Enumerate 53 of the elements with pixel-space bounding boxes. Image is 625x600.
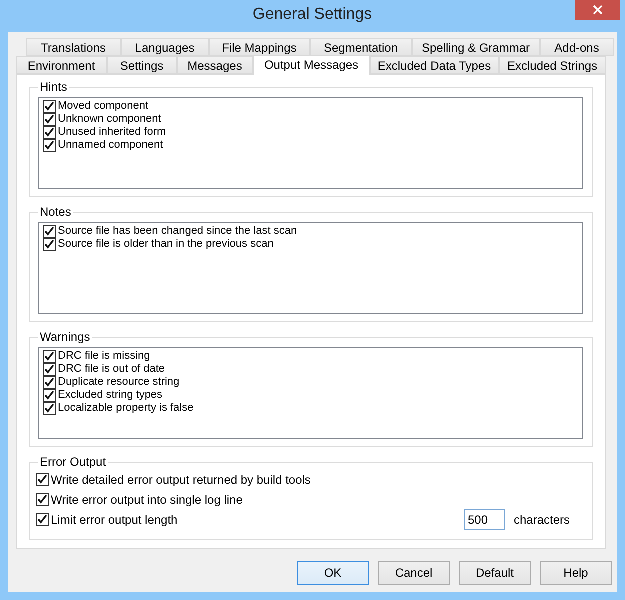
option-label: Write error output into single log line: [51, 492, 243, 508]
option-label: DRC file is missing: [58, 350, 150, 363]
window-title: General Settings: [252, 5, 372, 25]
option-label: Unknown component: [58, 113, 162, 126]
tab[interactable]: Segmentation: [310, 38, 412, 56]
tab[interactable]: Spelling & Grammar: [412, 38, 540, 56]
option-label: Write detailed error output returned by build tools: [51, 472, 311, 488]
option-label: DRC file is out of date: [58, 363, 165, 376]
tab[interactable]: File Mappings: [209, 38, 310, 56]
checkbox[interactable]: [36, 493, 49, 506]
checkbox[interactable]: [43, 402, 56, 415]
tab[interactable]: Messages: [177, 56, 253, 74]
checkbox[interactable]: [43, 238, 56, 251]
option-label: Unnamed component: [58, 139, 164, 152]
option-label: Moved component: [58, 100, 148, 113]
close-button[interactable]: [575, 0, 620, 20]
tab[interactable]: Translations: [26, 38, 121, 56]
checkbox[interactable]: [43, 100, 56, 113]
tab[interactable]: Languages: [121, 38, 209, 56]
tab[interactable]: Excluded Data Types: [370, 56, 499, 74]
checkbox[interactable]: [43, 350, 56, 363]
checkbox[interactable]: [36, 473, 49, 486]
dialog-button[interactable]: Help: [540, 561, 612, 585]
checkbox[interactable]: [43, 126, 56, 139]
checkbox[interactable]: [43, 363, 56, 376]
checkbox[interactable]: [43, 139, 56, 152]
tab[interactable]: Excluded Strings: [499, 56, 606, 74]
close-icon: [592, 5, 602, 15]
checkbox[interactable]: [36, 513, 49, 526]
option-label: Limit error output length: [51, 512, 178, 528]
group-title: Error Output: [38, 455, 108, 469]
tab[interactable]: Environment: [16, 56, 107, 74]
option-label: Source file is older than in the previous scan: [58, 238, 274, 251]
dialog-button[interactable]: Default: [459, 561, 531, 585]
tab[interactable]: Add-ons: [540, 38, 614, 56]
group-title: Hints: [38, 80, 70, 94]
tab[interactable]: Settings: [107, 56, 177, 74]
length-input[interactable]: 500: [464, 509, 505, 530]
dialog-button[interactable]: OK: [297, 561, 369, 585]
group-title: Warnings: [38, 330, 92, 344]
dialog-button[interactable]: Cancel: [378, 561, 450, 585]
tab[interactable]: Output Messages: [253, 55, 370, 75]
option-label: Source file has been changed since the last scan: [58, 225, 298, 238]
option-label: Localizable property is false: [58, 402, 194, 415]
option-label: Excluded string types: [58, 389, 163, 402]
checkbox[interactable]: [43, 376, 56, 389]
units-label: characters: [514, 512, 570, 528]
option-label: Unused inherited form: [58, 126, 166, 139]
checkbox[interactable]: [43, 113, 56, 126]
option-label: Duplicate resource string: [58, 376, 180, 389]
checkbox[interactable]: [43, 225, 56, 238]
group-title: Notes: [38, 205, 74, 219]
checkbox[interactable]: [43, 389, 56, 402]
